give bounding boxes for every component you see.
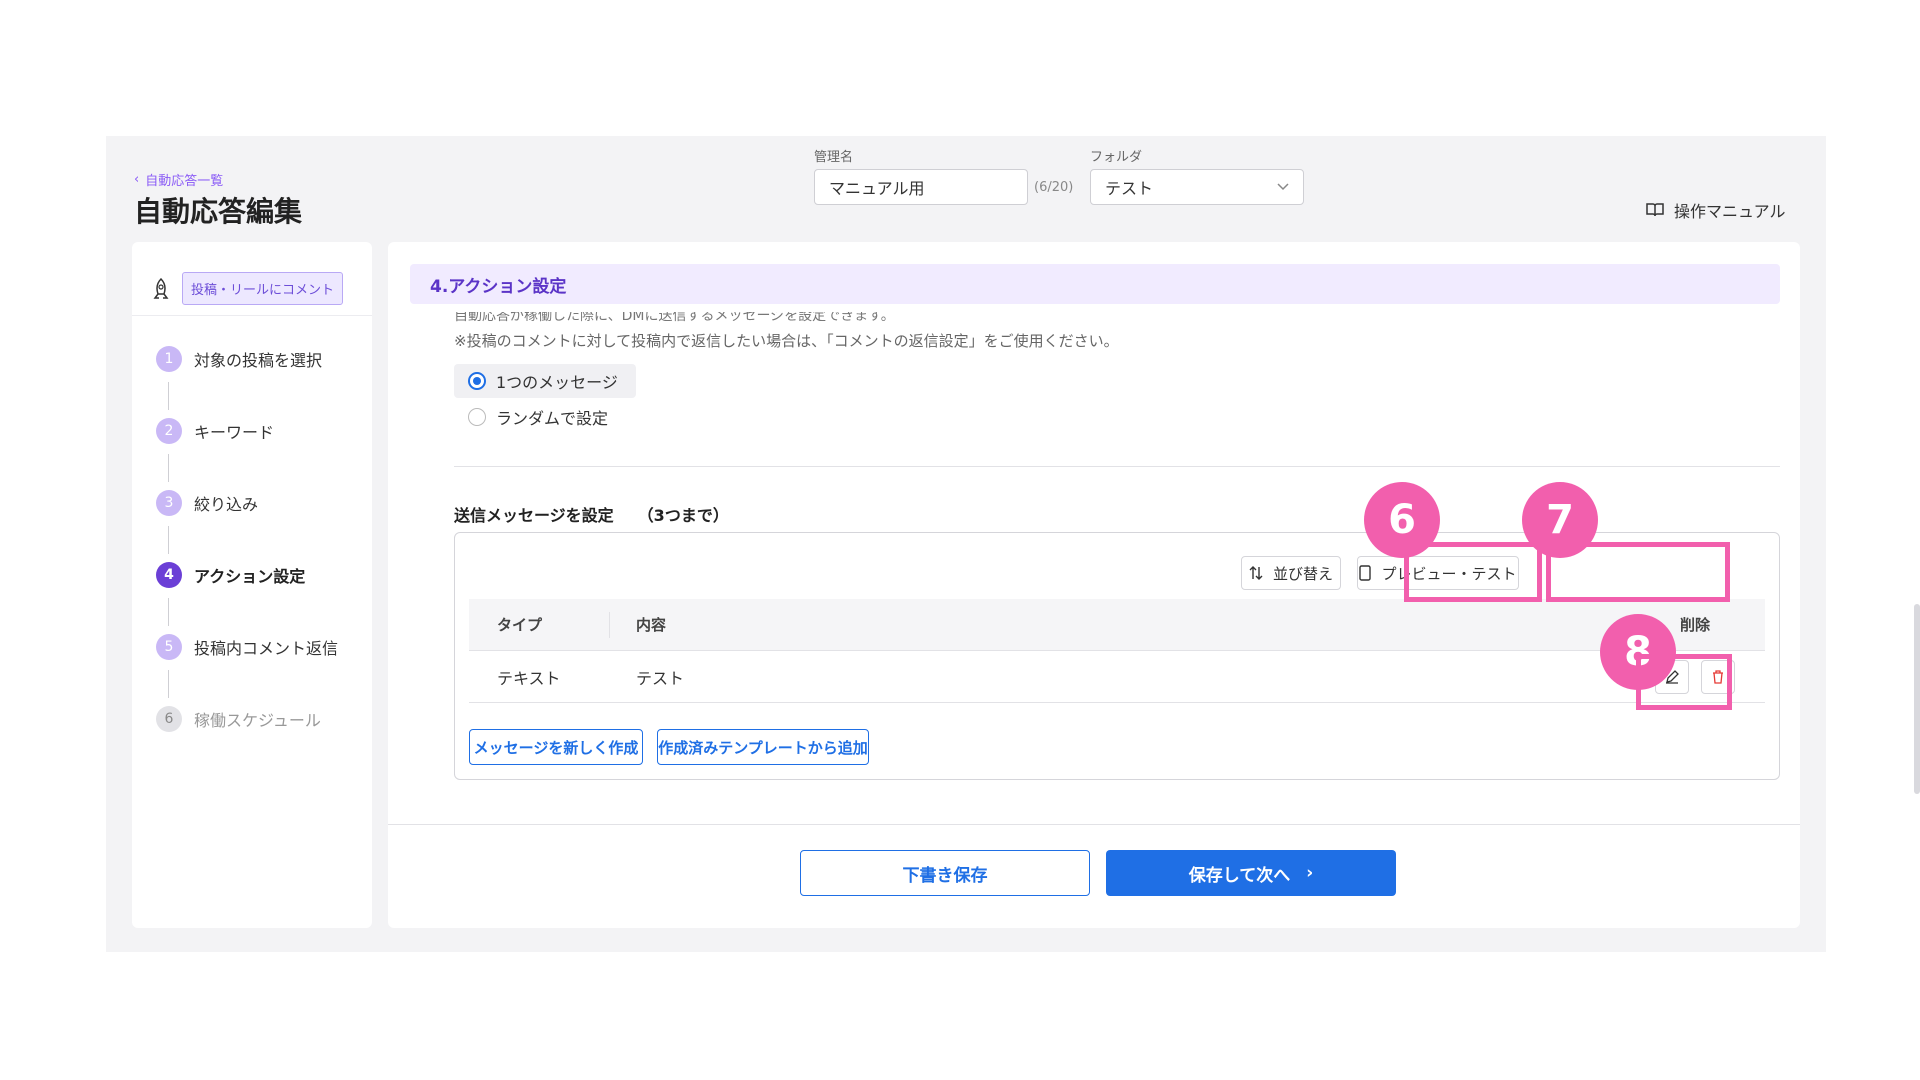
name-counter: (6/20) xyxy=(1034,180,1074,195)
cell-content: テスト xyxy=(636,668,685,688)
step-connector xyxy=(168,598,169,626)
step-list: 1 対象の投稿を選択 2 キーワード 3 絞り込み 4 アクション設定 5 投稿… xyxy=(132,316,372,734)
cell-type: テキスト xyxy=(497,668,561,688)
radio-random[interactable]: ランダムで設定 xyxy=(454,400,626,434)
save-next-button[interactable]: 保存して次へ › xyxy=(1106,850,1396,896)
message-settings-label: 送信メッセージを設定 （3つまで） xyxy=(454,506,729,525)
smartphone-icon xyxy=(1359,565,1372,581)
save-draft-button[interactable]: 下書き保存 xyxy=(800,850,1090,896)
name-label: 管理名 xyxy=(814,150,854,165)
folder-value: テスト xyxy=(1105,179,1154,198)
radio-label: 1つのメッセージ xyxy=(496,373,618,392)
step-label: 投稿内コメント返信 xyxy=(194,639,339,658)
message-table: タイプ 内容 削除 テキスト テスト xyxy=(469,599,1765,703)
step-label: キーワード xyxy=(194,423,275,442)
step-label: 稼働スケジュール xyxy=(194,711,321,730)
table-row: テキスト テスト xyxy=(469,651,1765,703)
chevron-right-icon: › xyxy=(1306,863,1314,883)
step-label: アクション設定 xyxy=(194,567,306,586)
highlight-row-actions xyxy=(1636,654,1732,710)
radio-button[interactable] xyxy=(468,408,486,426)
add-from-template-button[interactable]: 作成済みテンプレートから追加 xyxy=(657,729,869,765)
step-item[interactable]: 3 絞り込み xyxy=(156,488,372,518)
step-number: 2 xyxy=(156,418,182,444)
chevron-down-icon xyxy=(1277,183,1289,191)
section-header: 4.アクション設定 xyxy=(410,264,1780,304)
highlight-sort xyxy=(1404,542,1542,602)
radio-label: ランダムで設定 xyxy=(496,409,609,428)
save-next-label: 保存して次へ xyxy=(1188,865,1291,886)
trigger-tag: 投稿・リールにコメント xyxy=(182,272,344,305)
step-item[interactable]: 5 投稿内コメント返信 xyxy=(156,632,372,662)
page-title: 自動応答編集 xyxy=(134,195,303,228)
step-connector xyxy=(168,382,169,410)
step-connector xyxy=(168,526,169,554)
description-line-2: ※投稿のコメントに対して投稿内で返信したい場合は、「コメントの返信設定」をご使用… xyxy=(454,332,1119,350)
back-link[interactable]: ‹ 自動応答一覧 xyxy=(134,170,223,189)
step-item-active[interactable]: 4 アクション設定 xyxy=(156,560,372,590)
folder-label: フォルダ xyxy=(1090,150,1143,165)
folder-select[interactable]: テスト xyxy=(1090,169,1304,205)
step-label: 対象の投稿を選択 xyxy=(194,351,323,370)
step-item[interactable]: 2 キーワード xyxy=(156,416,372,446)
header-content: 内容 xyxy=(636,616,667,634)
step-item-disabled[interactable]: 6 稼働スケジュール xyxy=(156,704,372,734)
step-connector xyxy=(168,670,169,698)
step-connector xyxy=(168,454,169,482)
step-number: 5 xyxy=(156,634,182,660)
chevron-left-icon: ‹ xyxy=(134,172,140,187)
sort-icon xyxy=(1249,566,1263,580)
description-line-1: 自動応答が稼働した際に、DMに送信するメッセージを設定できます。 xyxy=(454,312,895,324)
manual-link[interactable]: 操作マニュアル xyxy=(1646,198,1786,222)
highlight-preview xyxy=(1546,542,1730,602)
trigger-row: 投稿・リールにコメント xyxy=(132,242,372,316)
scrollbar[interactable] xyxy=(1914,604,1920,794)
footer-divider xyxy=(388,824,1800,825)
divider xyxy=(454,466,1780,467)
book-icon xyxy=(1646,203,1664,217)
step-number: 3 xyxy=(156,490,182,516)
sort-button-label: 並び替え xyxy=(1272,564,1333,583)
table-header: タイプ 内容 削除 xyxy=(469,599,1765,651)
back-link-label: 自動応答一覧 xyxy=(145,174,224,189)
name-input[interactable]: マニュアル用 xyxy=(814,169,1028,205)
step-number: 6 xyxy=(156,706,182,732)
create-message-button[interactable]: メッセージを新しく作成 xyxy=(469,729,643,765)
header-type: タイプ xyxy=(497,616,543,634)
radio-single-message[interactable]: 1つのメッセージ xyxy=(454,364,636,398)
step-number: 4 xyxy=(156,562,182,588)
step-label: 絞り込み xyxy=(194,495,259,514)
sidebar: 投稿・リールにコメント 1 対象の投稿を選択 2 キーワード 3 絞り込み 4 … xyxy=(132,242,372,928)
step-number: 1 xyxy=(156,346,182,372)
step-item[interactable]: 1 対象の投稿を選択 xyxy=(156,344,372,374)
manual-link-label: 操作マニュアル xyxy=(1674,202,1786,221)
sort-button[interactable]: 並び替え xyxy=(1241,556,1341,590)
radio-button-checked[interactable] xyxy=(468,372,486,390)
rocket-icon xyxy=(153,277,169,299)
